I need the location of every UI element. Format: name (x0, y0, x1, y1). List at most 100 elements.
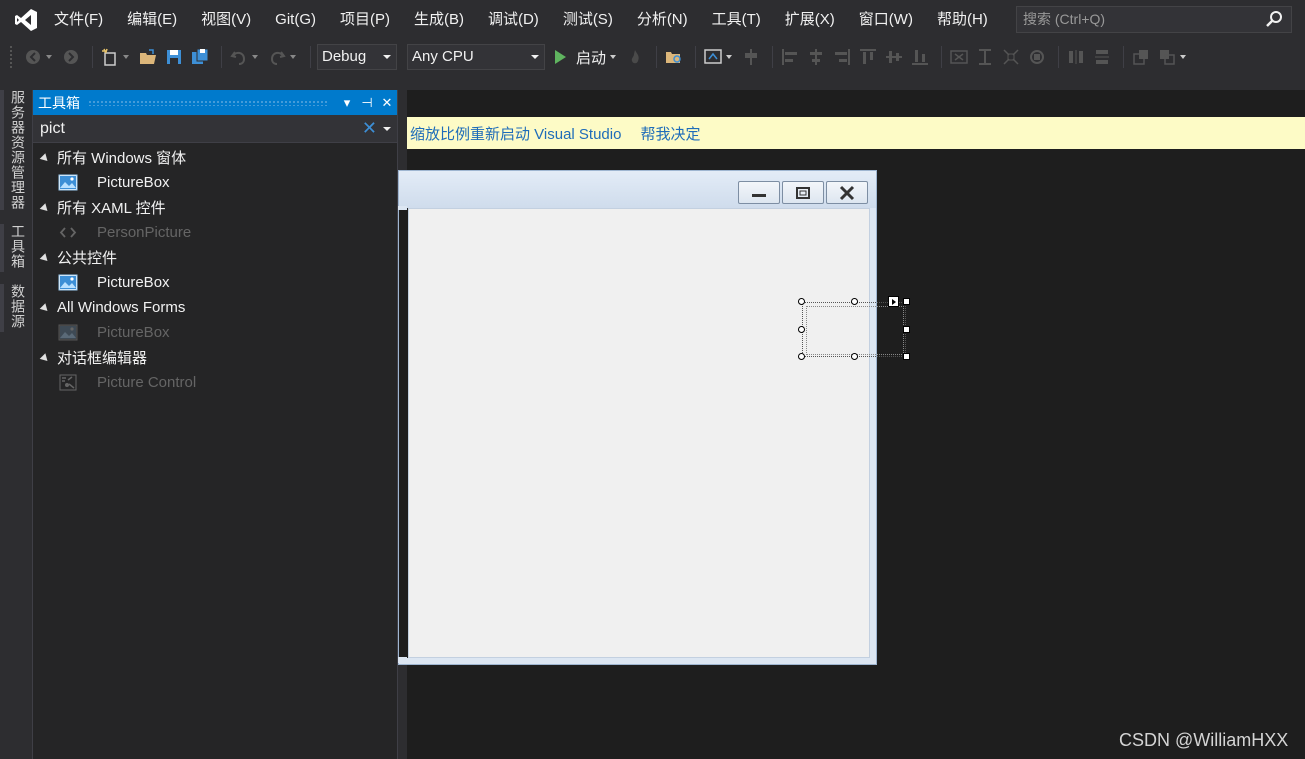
send-to-back-icon[interactable] (1156, 46, 1178, 68)
menu-item[interactable]: 视图(V) (199, 0, 263, 40)
rail-tab-toolbox[interactable]: 工具箱 (0, 224, 28, 272)
bring-to-front-icon[interactable] (1130, 46, 1152, 68)
expanded-triangle-icon[interactable] (39, 303, 51, 314)
new-item-icon[interactable] (99, 46, 121, 68)
align-tops-icon[interactable] (857, 46, 879, 68)
form-close-button[interactable] (826, 181, 868, 204)
toolbox-group[interactable]: 所有 Windows 窗体 (33, 145, 397, 170)
solution-configuration-select[interactable]: Debug (317, 44, 397, 70)
clear-search-icon[interactable]: ✕ (362, 118, 377, 139)
rail-tab-data-sources[interactable]: 数据源 (0, 284, 28, 332)
horizontal-spacing-icon[interactable] (1065, 46, 1087, 68)
align-to-grid-icon[interactable] (740, 46, 762, 68)
form-clipped-edge (399, 208, 408, 658)
redo-dropdown-icon[interactable] (290, 55, 296, 59)
toolbox-item-label: PictureBox (97, 274, 170, 291)
menu-item[interactable]: 测试(S) (561, 0, 625, 40)
undo-icon[interactable] (228, 46, 250, 68)
menu-item[interactable]: Git(G) (273, 0, 328, 40)
toolbar-grip[interactable] (10, 46, 16, 68)
code-brackets-icon (58, 224, 78, 241)
form-title-bar[interactable] (399, 171, 876, 208)
resize-handle-top-left[interactable] (798, 298, 805, 305)
info-bar-action-link[interactable]: 帮我决定 (640, 123, 700, 144)
menu-item[interactable]: 编辑(E) (125, 0, 189, 40)
menu-item[interactable]: 扩展(X) (783, 0, 847, 40)
start-dropdown-icon[interactable] (610, 55, 617, 59)
rail-tab-server-explorer[interactable]: 服务器资源管理器 (0, 90, 28, 210)
menu-item[interactable]: 调试(D) (486, 0, 551, 40)
toolbox-group[interactable]: 公共控件 (33, 245, 397, 270)
menu-item[interactable]: 窗口(W) (857, 0, 925, 40)
make-same-width-icon[interactable] (948, 46, 970, 68)
picture-icon (58, 324, 78, 341)
search-options-dropdown-icon[interactable] (383, 127, 391, 131)
form-client-area[interactable] (408, 208, 870, 658)
rail-tab-label: 服务器资源管理器 (10, 90, 26, 210)
resize-handle-bottom-left[interactable] (798, 353, 805, 360)
toolbox-item[interactable]: PictureBox (33, 170, 397, 195)
make-same-size-icon[interactable] (1026, 46, 1048, 68)
close-icon[interactable]: ✕ (377, 95, 397, 111)
toolbox-item[interactable]: PictureBox (33, 270, 397, 295)
menu-item[interactable]: 分析(N) (635, 0, 700, 40)
layout-dropdown-icon[interactable] (1180, 55, 1187, 59)
expanded-triangle-icon[interactable] (39, 203, 51, 214)
window-position-dropdown-icon[interactable]: ▾ (337, 95, 357, 111)
navigate-back-icon[interactable] (22, 46, 44, 68)
watermark-text: CSDN @WilliamHXX (1119, 730, 1289, 750)
info-bar-message[interactable]: 缩放比例重新启动 Visual Studio (410, 123, 621, 144)
align-rights-icon[interactable] (831, 46, 853, 68)
quick-launch-search[interactable]: 搜索 (Ctrl+Q) (1016, 6, 1292, 33)
start-debugging-button[interactable]: 启动 (555, 47, 606, 68)
menu-item[interactable]: 文件(F) (52, 0, 115, 40)
smart-tag-glyph-icon[interactable] (888, 296, 899, 307)
resize-handle-left[interactable] (798, 326, 805, 333)
resize-handle-top-right[interactable] (903, 298, 910, 305)
align-bottoms-icon[interactable] (909, 46, 931, 68)
expanded-triangle-icon[interactable] (39, 253, 51, 264)
toolbox-search-input[interactable]: pict ✕ (33, 115, 397, 143)
save-all-icon[interactable] (189, 46, 211, 68)
find-in-files-icon[interactable] (663, 46, 685, 68)
resize-handle-top[interactable] (851, 298, 858, 305)
browser-link-dropdown-icon[interactable] (726, 55, 733, 59)
toolbox-group[interactable]: All Windows Forms (33, 295, 397, 320)
align-lefts-icon[interactable] (779, 46, 801, 68)
size-to-grid-icon[interactable] (1000, 46, 1022, 68)
menu-item[interactable]: 帮助(H) (935, 0, 1000, 40)
expanded-triangle-icon[interactable] (39, 153, 51, 164)
hot-reload-icon[interactable] (624, 46, 646, 68)
redo-icon[interactable] (266, 46, 288, 68)
new-item-dropdown-icon[interactable] (123, 55, 129, 59)
align-middles-icon[interactable] (883, 46, 905, 68)
pin-icon[interactable]: ⊣ (357, 95, 377, 111)
toolbox-item-label: PictureBox (97, 174, 170, 191)
undo-dropdown-icon[interactable] (252, 55, 258, 59)
toolbox-group[interactable]: 对话框编辑器 (33, 345, 397, 370)
browser-link-icon[interactable] (702, 46, 724, 68)
menu-item[interactable]: 项目(P) (338, 0, 402, 40)
back-dropdown-icon[interactable] (46, 55, 52, 59)
open-folder-icon[interactable] (137, 46, 159, 68)
make-same-height-icon[interactable] (974, 46, 996, 68)
navigate-forward-icon[interactable] (60, 46, 82, 68)
vertical-spacing-icon[interactable] (1091, 46, 1113, 68)
menu-item[interactable]: 生成(B) (412, 0, 476, 40)
picturebox-control-selected[interactable] (802, 302, 906, 357)
menu-item[interactable]: 工具(T) (710, 0, 773, 40)
toolbox-group[interactable]: 所有 XAML 控件 (33, 195, 397, 220)
expanded-triangle-icon[interactable] (39, 353, 51, 364)
form-minimize-button[interactable] (738, 181, 780, 204)
align-centers-icon[interactable] (805, 46, 827, 68)
resize-handle-bottom[interactable] (851, 353, 858, 360)
form-maximize-button[interactable] (782, 181, 824, 204)
solution-platform-select[interactable]: Any CPU (407, 44, 545, 70)
form-preview-window[interactable] (398, 170, 877, 665)
resize-handle-right[interactable] (903, 326, 910, 333)
toolbox-title-bar[interactable]: 工具箱 ▾ ⊣ ✕ (33, 90, 397, 115)
visual-studio-logo-icon[interactable] (0, 0, 52, 40)
save-icon[interactable] (163, 46, 185, 68)
solution-configuration-value: Debug (322, 48, 367, 65)
resize-handle-bottom-right[interactable] (903, 353, 910, 360)
